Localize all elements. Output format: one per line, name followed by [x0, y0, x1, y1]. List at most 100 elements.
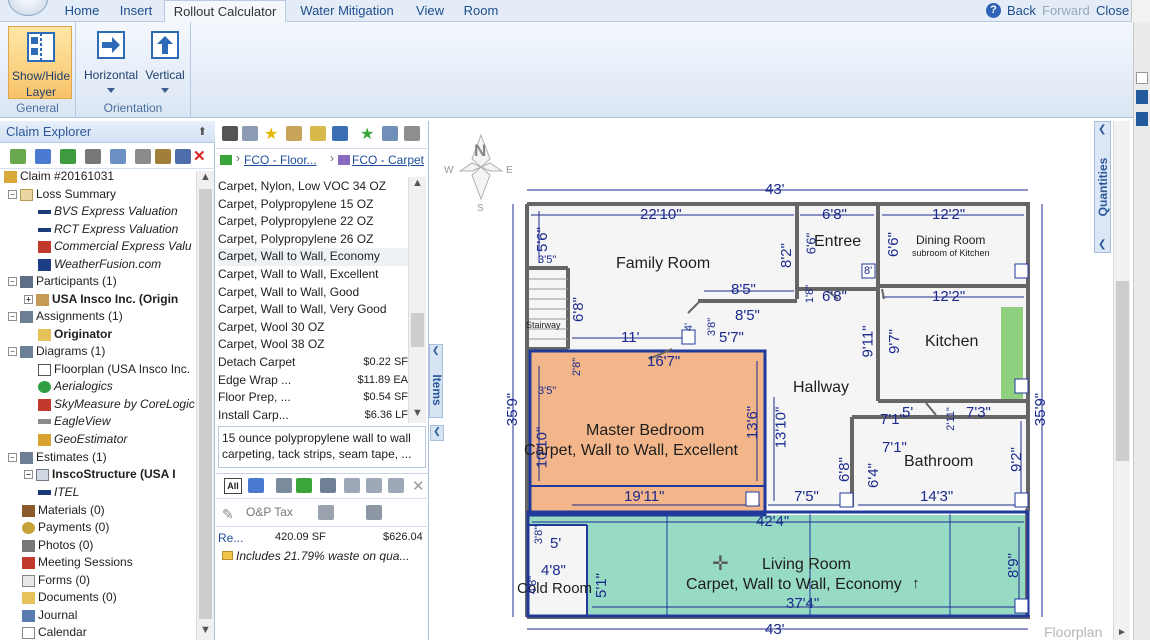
- breadcrumb-floor[interactable]: FCO - Floor...: [244, 153, 317, 167]
- canvas-scroll-thumb[interactable]: [1116, 281, 1129, 461]
- box-icon[interactable]: [286, 126, 302, 141]
- scroll-right-icon[interactable]: ►: [1114, 627, 1130, 638]
- paste-icon[interactable]: [366, 478, 382, 493]
- room-master-bedroom[interactable]: Master Bedroom: [586, 422, 704, 440]
- folder-icon[interactable]: [155, 149, 171, 164]
- room-entree[interactable]: Entree: [814, 233, 861, 251]
- collapse-icon[interactable]: −: [8, 277, 17, 287]
- tree-item-payments[interactable]: Payments (0): [22, 519, 109, 536]
- tree-item-meeting-sessions[interactable]: Meeting Sessions: [22, 554, 133, 571]
- tree-item-commercial[interactable]: Commercial Express Valu: [38, 238, 192, 255]
- item-row[interactable]: Carpet, Wall to Wall, Very Good: [218, 301, 408, 319]
- collapse-icon[interactable]: −: [8, 190, 17, 200]
- tab-view[interactable]: View: [408, 0, 452, 22]
- copy-icon[interactable]: [344, 478, 360, 493]
- scroll-up-icon[interactable]: ▲: [197, 171, 214, 187]
- tree-item-calendar[interactable]: Calendar: [22, 624, 87, 640]
- tree-item-documents[interactable]: Documents (0): [22, 589, 117, 606]
- explorer-scrollbar[interactable]: ▲ ▼: [196, 171, 214, 640]
- item-row[interactable]: Carpet, Wall to Wall, Excellent: [218, 266, 408, 284]
- refresh-icon[interactable]: [248, 478, 264, 493]
- item-row[interactable]: Carpet, Wall to Wall, Good: [218, 284, 408, 302]
- item-row[interactable]: Carpet, Polypropylene 22 OZ: [218, 213, 408, 231]
- tree-item-rct[interactable]: RCT Express Valuation: [38, 221, 178, 238]
- cart-icon[interactable]: [332, 126, 348, 141]
- horizontal-button[interactable]: Horizontal: [80, 26, 142, 96]
- collapse-icon[interactable]: −: [8, 312, 17, 322]
- tree-item-eagleview[interactable]: EagleView: [38, 413, 110, 430]
- op-tax-label[interactable]: O&P Tax: [246, 505, 293, 519]
- tree-item-assignments[interactable]: − Assignments (1): [8, 308, 123, 325]
- link-icon[interactable]: [388, 478, 404, 493]
- tree-item-floorplan[interactable]: Floorplan (USA Insco Inc.: [38, 361, 190, 378]
- tree-item-photos[interactable]: Photos (0): [22, 537, 93, 554]
- tree-item-participants[interactable]: − Participants (1): [8, 273, 117, 290]
- tag-icon[interactable]: [276, 478, 292, 493]
- chevron-left-icon[interactable]: ❮: [430, 425, 444, 441]
- collapse-icon[interactable]: −: [8, 453, 17, 463]
- room-bathroom[interactable]: Bathroom: [904, 453, 973, 471]
- tree-item-estimates[interactable]: − Estimates (1): [8, 449, 107, 466]
- item-row[interactable]: Carpet, Wool 38 OZ: [218, 336, 408, 354]
- notes-icon[interactable]: [320, 478, 336, 493]
- item-row[interactable]: Detach Carpet $0.22 SF: [218, 354, 408, 372]
- close-link[interactable]: Close: [1096, 0, 1129, 22]
- item-row[interactable]: Carpet, Polypropylene 15 OZ: [218, 196, 408, 214]
- tree-item-originator[interactable]: Originator: [38, 326, 112, 343]
- tree-item-claim[interactable]: Claim #20161031: [4, 168, 114, 185]
- table-icon[interactable]: [310, 126, 326, 141]
- tree-item-forms[interactable]: Forms (0): [22, 572, 90, 589]
- show-hide-layer-button[interactable]: Show/Hide Layer: [8, 26, 72, 99]
- room-kitchen[interactable]: Kitchen: [925, 333, 978, 351]
- items-scrollbar[interactable]: ▲ ▼: [408, 177, 426, 423]
- tree-item-materials[interactable]: Materials (0): [22, 502, 105, 519]
- canvas-scrollbar[interactable]: ►: [1113, 121, 1130, 640]
- scroll-down-icon[interactable]: ▼: [409, 407, 426, 423]
- app-menu-button[interactable]: [8, 0, 48, 16]
- camera-icon[interactable]: [85, 149, 101, 164]
- list-icon[interactable]: [35, 149, 51, 164]
- item-row[interactable]: Floor Prep, ... $0.54 SF: [218, 389, 408, 407]
- tree-item-aerialogics[interactable]: Aerialogics: [38, 378, 113, 395]
- tree-item-bvs[interactable]: BVS Express Valuation: [38, 203, 178, 220]
- item-row[interactable]: Edge Wrap ... $11.89 EA: [218, 372, 408, 390]
- item-row[interactable]: Install Carp... $6.36 LF: [218, 407, 408, 425]
- tree-item-itel[interactable]: ITEL: [38, 484, 79, 501]
- help-icon[interactable]: ?: [986, 3, 1001, 18]
- window-icon[interactable]: [175, 149, 191, 164]
- scroll-down-icon[interactable]: ▼: [197, 624, 214, 640]
- floorplan-canvas[interactable]: N S E W Family Room Entree Dining Room s…: [444, 121, 1102, 640]
- print-icon[interactable]: [135, 149, 151, 164]
- quantities-side-tab[interactable]: ❮ Quantities ❮: [1094, 121, 1111, 253]
- tab-room[interactable]: Room: [454, 0, 508, 22]
- delete-icon[interactable]: ✕: [412, 477, 425, 495]
- tree-item-skymeasure[interactable]: SkyMeasure by CoreLogic: [38, 396, 195, 413]
- collapse-icon[interactable]: −: [8, 347, 17, 357]
- pencil-icon[interactable]: ✎: [222, 506, 234, 523]
- select-all-icon[interactable]: All: [224, 478, 242, 494]
- item-row[interactable]: Carpet, Polypropylene 26 OZ: [218, 231, 408, 249]
- back-link[interactable]: Back: [1007, 0, 1036, 22]
- package-icon[interactable]: [382, 126, 398, 141]
- items-side-tab[interactable]: ❮ Items: [429, 344, 444, 418]
- scroll-up-icon[interactable]: ▲: [409, 177, 426, 193]
- tree-item-geoestimator[interactable]: GeoEstimator: [38, 431, 127, 448]
- item-row[interactable]: Carpet, Wall to Wall, Economy: [218, 248, 408, 266]
- tab-insert[interactable]: Insert: [110, 0, 162, 22]
- move-icon[interactable]: ✛: [712, 551, 729, 576]
- forward-link[interactable]: Forward: [1042, 0, 1090, 22]
- tab-home[interactable]: Home: [56, 0, 108, 22]
- calculator-icon[interactable]: [366, 505, 382, 520]
- image-icon[interactable]: [242, 126, 258, 141]
- line-item-row[interactable]: Re... 420.09 SF $626.04: [218, 531, 426, 545]
- collapse-icon[interactable]: −: [24, 470, 33, 480]
- room-living-room[interactable]: Living Room: [762, 556, 851, 574]
- tree-item-inscostructure[interactable]: − InscoStructure (USA I: [24, 466, 176, 483]
- edit-icon[interactable]: [10, 149, 26, 164]
- settings-icon[interactable]: [404, 126, 420, 141]
- star-icon[interactable]: ★: [264, 124, 280, 143]
- tab-rollout-calculator[interactable]: Rollout Calculator: [164, 0, 286, 23]
- trash-icon[interactable]: [318, 505, 334, 520]
- dollar-icon[interactable]: [60, 149, 76, 164]
- expand-icon[interactable]: +: [24, 295, 33, 305]
